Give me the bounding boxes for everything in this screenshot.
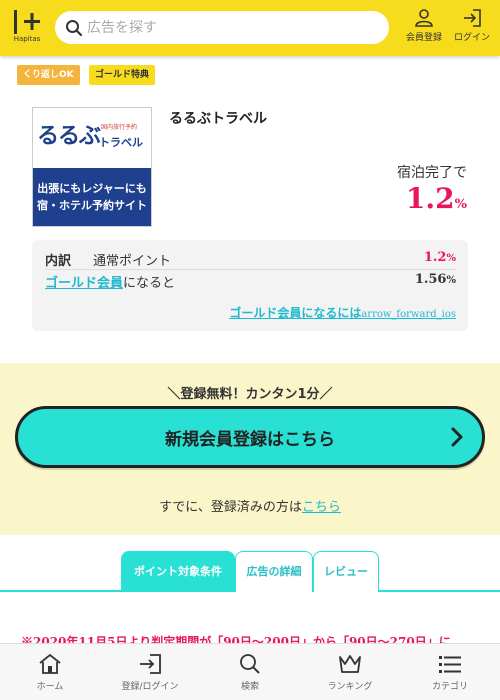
- new-register-label: 新規会員登録はこちら: [165, 430, 335, 450]
- crown-icon: [339, 655, 361, 673]
- nav-search[interactable]: 検索: [200, 644, 300, 700]
- normal-point-label: 通常ポイント: [93, 254, 172, 269]
- nav-category-label: カテゴリ: [431, 682, 468, 692]
- breakdown-heading: 内訳: [45, 254, 72, 269]
- search-icon: [240, 654, 260, 674]
- login-icon: [464, 9, 481, 27]
- gold-point-row: ゴールド会員になると 1.56%: [45, 272, 456, 292]
- list-icon: [439, 656, 461, 673]
- login-label: ログイン: [453, 33, 490, 43]
- detail-tabs: ポイント対象条件 広告の詳細 レビュー: [0, 536, 500, 592]
- already-registered: すでに、登録済みの方はこちら: [0, 496, 500, 515]
- gold-howto-text: ゴールド会員になるには: [229, 306, 362, 320]
- normal-value-number: 1.2: [423, 250, 447, 265]
- nav-login-label: 登録/ログイン: [121, 682, 179, 692]
- repeat-ok-badge: くり返しOK: [17, 65, 80, 85]
- advertiser-banner[interactable]: るるぶ 国内旅行予約 トラベル 出張にもレジャーにも 宿・ホテル予約サイト: [32, 107, 152, 227]
- banner-brand: るるぶ: [37, 124, 101, 149]
- nav-search-label: 検索: [240, 682, 259, 692]
- search-input[interactable]: [87, 11, 377, 44]
- gold-member-link[interactable]: ゴールド会員: [45, 276, 123, 291]
- tab-reviews[interactable]: レビュー: [313, 551, 379, 592]
- search-icon: [66, 20, 83, 37]
- nav-category[interactable]: カテゴリ: [400, 644, 500, 700]
- gold-value-unit: %: [446, 275, 456, 286]
- login-here-link[interactable]: こちら: [302, 500, 341, 515]
- advertiser-title: るるぶトラベル: [169, 111, 267, 127]
- already-prefix: すでに、登録済みの方は: [159, 500, 302, 515]
- page: Hapitas 会員登録 ログイン くり返しOK ゴー: [0, 0, 500, 700]
- gold-suffix: になると: [123, 276, 176, 291]
- register-label: 会員登録: [405, 33, 442, 43]
- gold-howto-link[interactable]: ゴールド会員になるにはarrow_forward_ios: [229, 304, 456, 321]
- logo-mark-icon: [14, 10, 40, 34]
- normal-point-value: 1.2%: [424, 250, 456, 265]
- gold-benefit-badge: ゴールド特典: [89, 65, 156, 85]
- hapitas-logo[interactable]: Hapitas: [10, 8, 44, 46]
- banner-line-1: 出張にもレジャーにも: [37, 182, 147, 195]
- home-icon: [39, 653, 61, 674]
- banner-line-2: 宿・ホテル予約サイト: [37, 199, 147, 212]
- new-register-button[interactable]: 新規会員登録はこちら: [15, 406, 485, 468]
- search-bar[interactable]: [55, 11, 389, 44]
- bottom-nav: ホーム 登録/ログイン 検索 ランキング カテゴリ: [0, 643, 500, 700]
- nav-home[interactable]: ホーム: [0, 644, 100, 700]
- point-breakdown: 内訳 通常ポイント 1.2% ゴールド会員になると 1.56% ゴールド会員になる…: [32, 240, 468, 331]
- gold-point-value: 1.56%: [415, 272, 456, 287]
- gold-value-number: 1.56: [414, 272, 447, 287]
- nav-home-label: ホーム: [36, 682, 64, 692]
- arrow-forward-icon: arrow_forward_ios: [361, 309, 456, 320]
- banner-sub-text: トラベル: [99, 136, 143, 149]
- login-button[interactable]: ログイン: [450, 9, 494, 49]
- nav-ranking-label: ランキング: [327, 682, 373, 692]
- login-icon: [140, 654, 161, 674]
- nav-login[interactable]: 登録/ログイン: [100, 644, 200, 700]
- point-rate-value: 1.2: [405, 182, 455, 215]
- header: Hapitas 会員登録 ログイン: [0, 0, 500, 56]
- register-button[interactable]: 会員登録: [402, 9, 446, 49]
- user-icon: [415, 9, 433, 27]
- point-rate-unit: %: [454, 197, 467, 212]
- normal-value-unit: %: [446, 253, 456, 264]
- point-rate: 1.2%: [406, 182, 467, 215]
- point-condition: 宿泊完了で: [397, 165, 467, 181]
- chevron-right-icon: [451, 427, 463, 447]
- tab-point-conditions[interactable]: ポイント対象条件: [121, 551, 235, 592]
- register-section: ＼登録無料！カンタン1分／ 新規会員登録はこちら すでに、登録済みの方はこちら: [0, 363, 500, 535]
- logo-text: Hapitas: [13, 35, 41, 43]
- nav-ranking[interactable]: ランキング: [300, 644, 400, 700]
- banner-top: るるぶ 国内旅行予約 トラベル: [33, 108, 151, 168]
- banner-small-text: 国内旅行予約: [101, 124, 138, 131]
- tab-ad-details[interactable]: 広告の詳細: [235, 551, 313, 592]
- normal-point-row: 内訳 通常ポイント 1.2%: [45, 250, 456, 270]
- register-catchcopy: ＼登録無料！カンタン1分／: [167, 387, 333, 402]
